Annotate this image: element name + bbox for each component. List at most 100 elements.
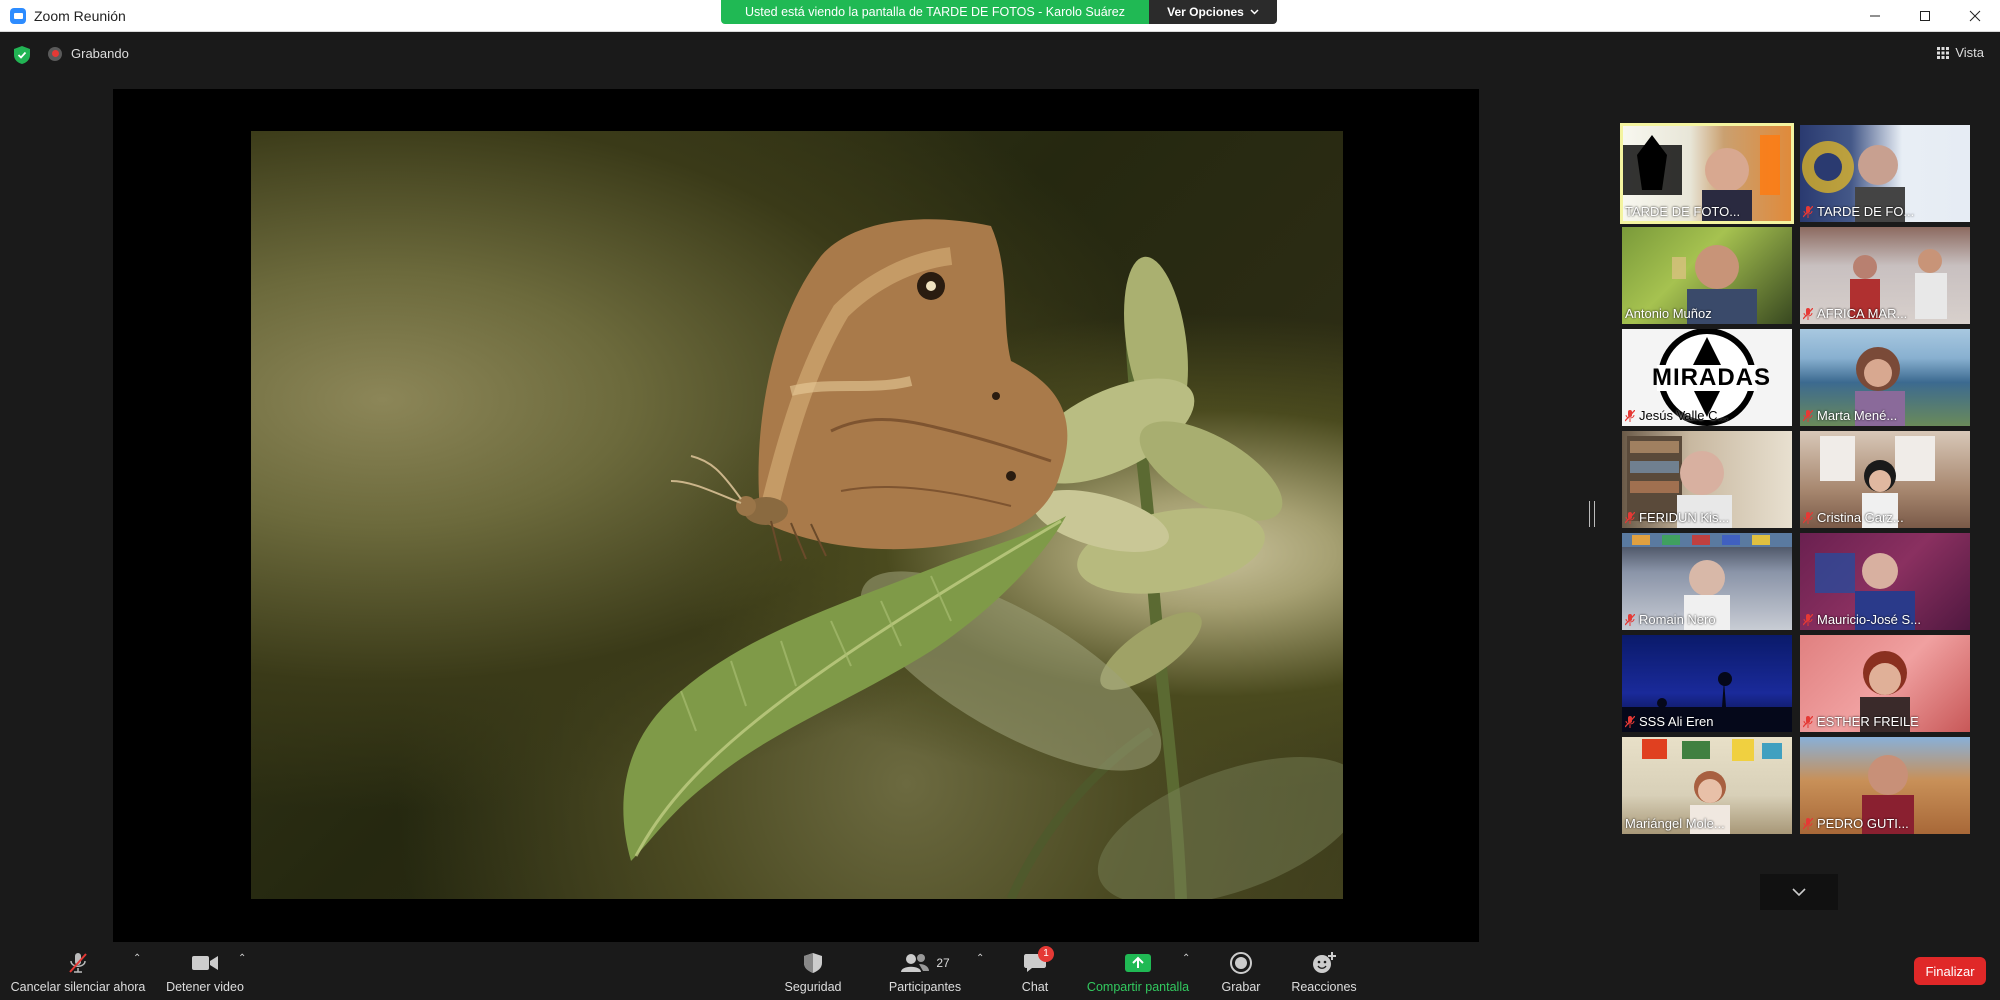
participant-tile[interactable]: Mauricio-José S... — [1800, 533, 1970, 630]
reactions-button[interactable]: Reacciones — [1286, 945, 1362, 1000]
record-icon — [1230, 951, 1252, 974]
participant-name: Antonio Muñoz — [1625, 306, 1712, 321]
participant-tile[interactable]: MIRADAS Jesús Valle C... — [1622, 329, 1792, 426]
participant-tile[interactable]: ESTHER FREILE — [1800, 635, 1970, 732]
muted-mic-icon — [1625, 409, 1635, 422]
muted-mic-icon — [1803, 817, 1813, 830]
participant-tile[interactable]: AFRICA MAR... — [1800, 227, 1970, 324]
chat-label: Chat — [1021, 979, 1049, 994]
participant-name: AFRICA MAR... — [1803, 306, 1907, 321]
end-meeting-button[interactable]: Finalizar — [1914, 957, 1986, 985]
miradas-logo-text: MIRADAS — [1652, 364, 1771, 391]
recording-icon — [48, 46, 62, 61]
participant-name: PEDRO GUTI... — [1803, 816, 1909, 831]
meeting-toolbar: Cancelar silenciar ahora ⌃ Detener video… — [0, 945, 2000, 1000]
participants-count: 27 — [936, 955, 950, 970]
participants-icon — [901, 953, 930, 972]
share-options-caret[interactable]: ⌃ — [1182, 953, 1190, 964]
view-button[interactable]: Vista — [1937, 45, 1984, 60]
recording-indicator[interactable]: Grabando — [48, 46, 129, 61]
share-banner: Usted está viendo la pantalla de TARDE D… — [721, 0, 1277, 24]
smiley-add-icon — [1313, 951, 1336, 973]
muted-mic-icon — [1803, 613, 1813, 626]
minimize-icon — [1870, 15, 1880, 17]
chevron-down-icon — [1250, 9, 1259, 15]
muted-mic-icon — [1803, 205, 1813, 218]
chat-button[interactable]: 1 Chat — [1010, 945, 1060, 1000]
window-controls — [1850, 0, 2000, 32]
participant-tile[interactable]: TARDE DE FO... — [1800, 125, 1970, 222]
view-label: Vista — [1955, 45, 1984, 60]
muted-mic-icon — [1803, 307, 1813, 320]
panel-splitter-handle[interactable] — [1589, 501, 1595, 527]
participant-name: TARDE DE FO... — [1803, 204, 1914, 219]
participants-label: Participantes — [888, 979, 962, 994]
title-bar: Zoom Reunión Usted está viendo la pantal… — [0, 0, 2000, 32]
butterfly-photo-illustration — [623, 219, 1343, 899]
participant-name: Mariángel Mole... — [1625, 816, 1725, 831]
participant-name: SSS Ali Eren — [1625, 714, 1713, 729]
unmute-label: Cancelar silenciar ahora — [10, 979, 146, 994]
muted-mic-icon — [1625, 511, 1635, 524]
chat-unread-badge: 1 — [1038, 945, 1054, 962]
participants-options-caret[interactable]: ⌃ — [976, 953, 984, 964]
end-meeting-label: Finalizar — [1925, 963, 1975, 979]
participant-name: Romain Nero — [1625, 612, 1716, 627]
muted-mic-icon — [1625, 715, 1635, 728]
video-options-caret[interactable]: ⌃ — [238, 953, 246, 964]
gallery-next-page-button[interactable] — [1760, 874, 1838, 910]
participant-tile[interactable]: PEDRO GUTI... — [1800, 737, 1970, 834]
audio-options-caret[interactable]: ⌃ — [133, 953, 141, 964]
recording-label: Grabando — [71, 46, 129, 61]
app-title: Zoom Reunión — [10, 0, 126, 32]
record-label: Grabar — [1221, 979, 1261, 994]
security-button[interactable]: Seguridad — [776, 945, 850, 1000]
participant-name: TARDE DE FOTO... — [1625, 204, 1741, 219]
muted-mic-icon — [69, 952, 87, 973]
minimize-button[interactable] — [1850, 0, 1900, 32]
participant-tile[interactable]: Marta Mené... — [1800, 329, 1970, 426]
stop-video-button[interactable]: Detener video — [160, 945, 250, 1000]
reactions-label: Reacciones — [1291, 979, 1357, 994]
muted-mic-icon — [1803, 715, 1813, 728]
muted-mic-icon — [1803, 409, 1813, 422]
encryption-shield-icon[interactable] — [14, 46, 30, 64]
shared-butterfly-photo — [251, 131, 1343, 899]
share-screen-label: Compartir pantalla — [1086, 979, 1190, 994]
meeting-top-strip: Grabando Vista — [0, 33, 2000, 77]
zoom-logo-icon — [10, 8, 26, 24]
muted-mic-icon — [1625, 613, 1635, 626]
view-options-button[interactable]: Ver Opciones — [1149, 0, 1277, 24]
participants-button[interactable]: 27 Participantes — [882, 945, 968, 1000]
participant-tile[interactable]: FERIDUN Kis... — [1622, 431, 1792, 528]
maximize-icon — [1920, 11, 1930, 21]
video-camera-icon — [192, 955, 218, 970]
participant-tile[interactable]: SSS Ali Eren — [1622, 635, 1792, 732]
view-options-label: Ver Opciones — [1167, 5, 1244, 19]
chevron-down-icon — [1792, 888, 1806, 896]
share-screen-button[interactable]: Compartir pantalla — [1082, 945, 1194, 1000]
share-banner-text: Usted está viendo la pantalla de TARDE D… — [721, 0, 1149, 24]
shared-screen[interactable] — [113, 89, 1479, 942]
participant-tile[interactable]: Romain Nero — [1622, 533, 1792, 630]
unmute-button[interactable]: Cancelar silenciar ahora — [8, 945, 148, 1000]
close-button[interactable] — [1950, 0, 2000, 32]
maximize-button[interactable] — [1900, 0, 1950, 32]
close-icon — [1969, 10, 1981, 22]
participant-name: FERIDUN Kis... — [1625, 510, 1729, 525]
participant-name: ESTHER FREILE — [1803, 714, 1919, 729]
participant-tile[interactable]: Mariángel Mole... — [1622, 737, 1792, 834]
shield-icon — [804, 952, 822, 973]
stop-video-label: Detener video — [166, 979, 244, 994]
participant-name: Marta Mené... — [1803, 408, 1897, 423]
participant-tile[interactable]: Antonio Muñoz — [1622, 227, 1792, 324]
muted-mic-icon — [1803, 511, 1813, 524]
share-screen-icon — [1125, 953, 1151, 972]
participant-tile[interactable]: Cristina Garz... — [1800, 431, 1970, 528]
participant-name: Mauricio-José S... — [1803, 612, 1921, 627]
security-label: Seguridad — [784, 979, 842, 994]
participant-tile[interactable]: TARDE DE FOTO... — [1620, 123, 1794, 224]
window-title: Zoom Reunión — [34, 8, 126, 24]
record-button[interactable]: Grabar — [1216, 945, 1266, 1000]
grid-icon — [1937, 46, 1950, 59]
